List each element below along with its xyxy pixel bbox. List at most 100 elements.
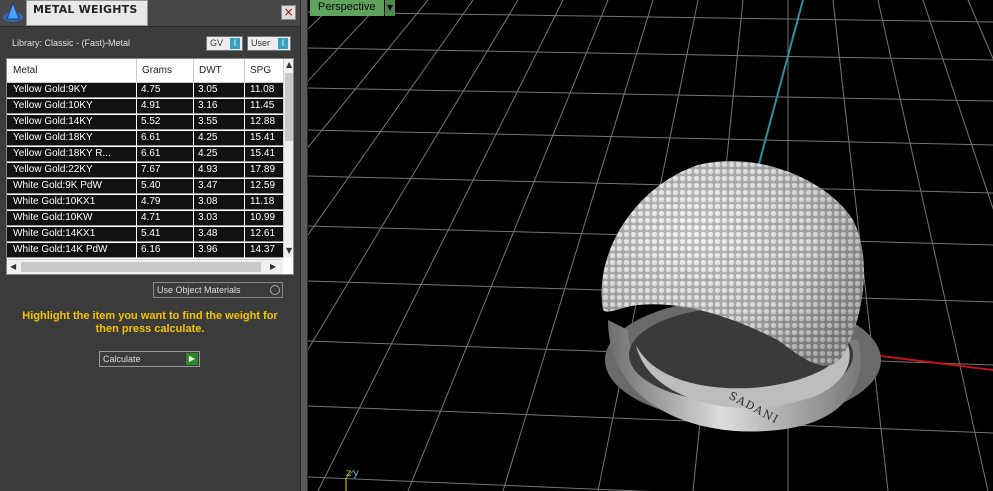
panel-titlebar: METAL WEIGHTS × <box>0 0 300 27</box>
radio-icon[interactable] <box>270 285 280 295</box>
column-header-dwt[interactable]: DWT <box>199 65 222 76</box>
user-toggle[interactable]: User I <box>247 36 291 51</box>
dwt-cell: 3.03 <box>198 212 218 223</box>
dwt-cell: 3.16 <box>198 100 218 111</box>
table-body: Yellow Gold:9KY 4.75 3.05 11.08 Yellow Gold:… <box>7 83 283 258</box>
vertical-scroll-thumb[interactable] <box>285 73 293 141</box>
svg-text:y: y <box>353 468 359 479</box>
metal-cell: White Gold:10KX1 <box>13 196 96 207</box>
dwt-cell: 4.25 <box>198 148 218 159</box>
close-button[interactable]: × <box>281 5 296 20</box>
column-divider <box>193 147 194 162</box>
spg-cell: 15.41 <box>250 148 276 159</box>
dwt-cell: 3.08 <box>198 196 218 207</box>
table-row[interactable]: Yellow Gold:18KY R... 6.61 4.25 15.41 <box>7 147 283 162</box>
column-divider <box>244 115 245 130</box>
table-row[interactable]: Yellow Gold:9KY 4.75 3.05 11.08 <box>7 83 283 98</box>
metal-cell: Yellow Gold:18KY R... <box>13 148 111 159</box>
grams-cell: 5.52 <box>141 116 161 127</box>
column-divider <box>136 163 137 178</box>
scroll-left-icon[interactable]: ◀ <box>10 262 16 271</box>
spg-cell: 11.45 <box>250 100 275 111</box>
column-header-metal[interactable]: Metal <box>13 65 37 76</box>
grams-cell: 6.61 <box>141 132 161 143</box>
scroll-up-icon[interactable]: ▲ <box>286 60 292 69</box>
library-label: Library: Classic - (Fast)-Metal <box>12 38 131 48</box>
spg-cell: 10.99 <box>250 212 276 223</box>
metal-cell: White Gold:14K PdW <box>13 244 108 255</box>
table-row[interactable]: Yellow Gold:10KY 4.91 3.16 11.45 <box>7 99 283 114</box>
calculate-label: Calculate <box>103 354 141 364</box>
grams-cell: 5.40 <box>141 180 161 191</box>
ring-model[interactable]: SADANI <box>601 161 881 432</box>
chevron-down-icon[interactable]: ▼ <box>385 0 395 16</box>
metal-cell: Yellow Gold:14KY <box>13 116 93 127</box>
column-divider <box>193 211 194 226</box>
vertical-scrollbar[interactable]: ▲ ▼ <box>283 59 293 258</box>
metal-cell: Yellow Gold:22KY <box>13 164 93 175</box>
spg-cell: 15.41 <box>250 132 276 143</box>
use-object-materials-label: Use Object Materials <box>157 285 241 295</box>
horizontal-scroll-thumb[interactable] <box>21 262 261 272</box>
svg-text:z: z <box>346 468 351 479</box>
column-divider <box>244 243 245 258</box>
user-toggle-knob: I <box>278 38 288 49</box>
table-row[interactable]: White Gold:9K PdW 5.40 3.47 12.59 <box>7 179 283 194</box>
column-divider <box>136 83 137 98</box>
spg-cell: 14.37 <box>250 244 276 255</box>
grams-cell: 4.71 <box>141 212 161 223</box>
column-divider <box>193 83 194 98</box>
dwt-cell: 4.25 <box>198 132 218 143</box>
table-header: Metal Grams DWT SPG <box>7 59 283 83</box>
scroll-right-icon[interactable]: ▶ <box>270 262 276 271</box>
use-object-materials-option[interactable]: Use Object Materials <box>153 282 283 298</box>
user-toggle-label: User <box>251 38 271 48</box>
column-header-grams[interactable]: Grams <box>142 65 172 76</box>
table-row[interactable]: Yellow Gold:18KY 6.61 4.25 15.41 <box>7 131 283 146</box>
column-divider <box>193 195 194 210</box>
view-name-label: Perspective <box>318 1 376 13</box>
panel-splitter[interactable] <box>300 0 308 491</box>
column-divider <box>193 115 194 130</box>
metal-cell: White Gold:9K PdW <box>13 180 102 191</box>
spg-cell: 12.61 <box>250 228 276 239</box>
metal-cell: White Gold:10KW <box>13 212 93 223</box>
column-divider <box>136 195 137 210</box>
scroll-down-icon[interactable]: ▼ <box>286 246 292 255</box>
horizontal-scrollbar[interactable]: ◀ ▶ <box>7 259 283 274</box>
panel-title: METAL WEIGHTS <box>33 3 138 16</box>
column-divider <box>193 131 194 146</box>
gv-toggle-knob: I <box>230 38 240 49</box>
panel-title-tab[interactable]: METAL WEIGHTS <box>26 0 148 26</box>
table-row[interactable]: White Gold:14KX1 5.41 3.48 12.61 <box>7 227 283 242</box>
grams-cell: 6.61 <box>141 148 161 159</box>
column-divider <box>244 147 245 162</box>
table-row[interactable]: White Gold:10KW 4.71 3.03 10.99 <box>7 211 283 226</box>
column-divider <box>193 227 194 242</box>
view-name-tab[interactable]: Perspective <box>310 0 384 16</box>
table-row[interactable]: Yellow Gold:22KY 7.67 4.93 17.89 <box>7 163 283 178</box>
column-divider <box>244 195 245 210</box>
gv-toggle[interactable]: GV I <box>206 36 243 51</box>
spg-cell: 17.89 <box>250 164 276 175</box>
play-arrow-icon[interactable]: ▶ <box>186 353 198 365</box>
viewport-scene[interactable]: SADANI z y <box>308 0 993 491</box>
table-row[interactable]: White Gold:10KX1 4.79 3.08 11.18 <box>7 195 283 210</box>
metal-weights-panel: METAL WEIGHTS × Library: Classic - (Fast… <box>0 0 300 491</box>
spg-cell: 11.08 <box>250 84 275 95</box>
column-header-spg[interactable]: SPG <box>250 65 271 76</box>
spg-cell: 12.88 <box>250 116 276 127</box>
3d-viewport[interactable]: SADANI z y Perspective ▼ <box>308 0 993 491</box>
column-divider <box>136 99 137 114</box>
column-divider <box>244 227 245 242</box>
app-logo-icon <box>3 2 23 22</box>
calculate-button[interactable]: Calculate ▶ <box>99 351 200 367</box>
metal-cell: Yellow Gold:18KY <box>13 132 93 143</box>
column-divider <box>136 227 137 242</box>
grams-cell: 4.91 <box>141 100 161 111</box>
table-row[interactable]: Yellow Gold:14KY 5.52 3.55 12.88 <box>7 115 283 130</box>
column-divider <box>193 99 194 114</box>
table-row[interactable]: White Gold:14K PdW 6.16 3.96 14.37 <box>7 243 283 258</box>
column-divider <box>193 163 194 178</box>
instruction-text: Highlight the item you want to find the … <box>22 310 278 335</box>
